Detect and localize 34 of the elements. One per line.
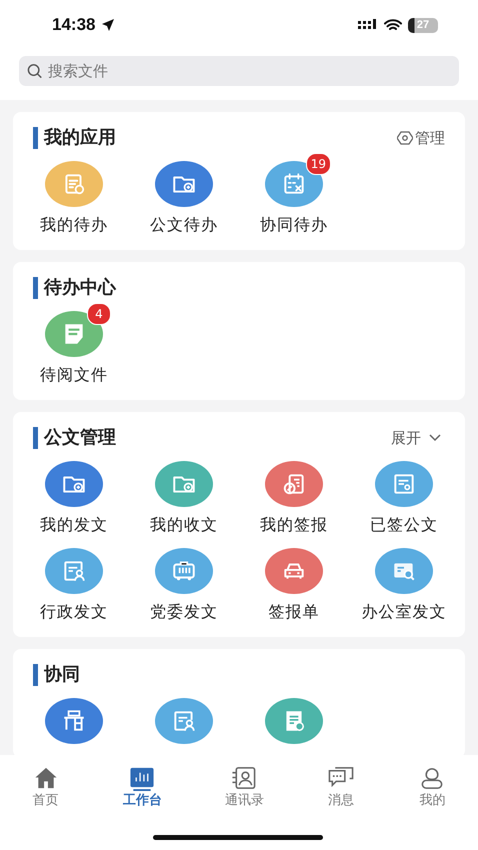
app-shortcut[interactable]: 已签公文 xyxy=(349,461,459,536)
app-shortcut[interactable]: 我的收文 xyxy=(129,461,239,536)
app-shortcut[interactable]: 党委发文 xyxy=(129,548,239,623)
section-title: 协同 xyxy=(33,664,80,686)
clock-time: 14:38 xyxy=(52,15,96,35)
search-field[interactable]: 搜索文件 xyxy=(19,56,459,86)
contacts-icon xyxy=(230,765,258,791)
app-shortcut[interactable]: 签报单 xyxy=(239,548,349,623)
tab-bar-item[interactable]: 通讯录 xyxy=(224,765,264,809)
manage-button[interactable]: 管理 xyxy=(397,128,445,148)
tab-bar-item[interactable]: 我的 xyxy=(418,765,446,809)
tab-bar-item[interactable]: 消息 xyxy=(327,765,356,809)
tab-bar-item[interactable]: 工作台 xyxy=(122,765,162,809)
app-shortcut[interactable]: 行政发文 xyxy=(19,548,129,623)
section-title: 我的应用 xyxy=(33,127,116,149)
location-arrow-icon xyxy=(101,18,116,32)
wifi-icon xyxy=(384,18,402,32)
count-badge: 4 xyxy=(87,303,111,325)
tab-bar-item[interactable]: 首页 xyxy=(32,765,60,809)
app-shortcut[interactable]: 我的签报 xyxy=(239,461,349,536)
app-shortcut[interactable]: 我的发文 xyxy=(19,461,129,536)
app-shortcut[interactable]: 办公室发文 xyxy=(349,548,459,623)
search-icon xyxy=(27,63,42,79)
search-input[interactable]: 搜索文件 xyxy=(48,62,451,80)
section-title: 公文管理 xyxy=(33,427,116,449)
chart-icon xyxy=(128,765,156,791)
app-shortcut[interactable]: 公文待办 xyxy=(129,161,239,236)
settings-icon xyxy=(397,131,413,145)
expand-button[interactable]: 展开 xyxy=(391,428,445,448)
section-title: 待办中心 xyxy=(33,277,116,299)
signal-icon xyxy=(358,19,378,31)
app-shortcut[interactable]: 我的待办 xyxy=(19,161,129,236)
battery-indicator: 27 xyxy=(408,18,438,32)
count-badge: 19 xyxy=(306,153,331,175)
